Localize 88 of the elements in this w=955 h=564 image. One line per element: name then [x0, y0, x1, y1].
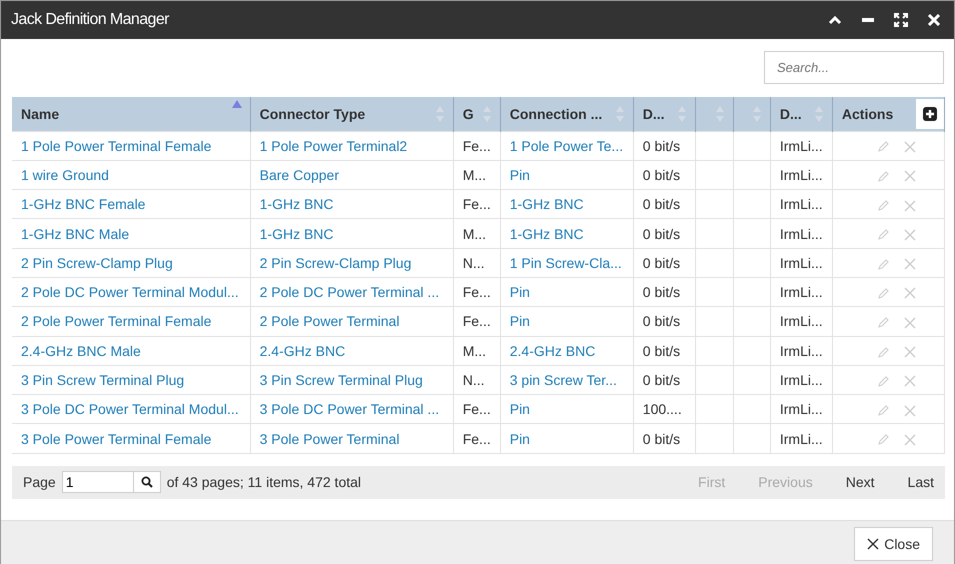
edit-icon[interactable]: [877, 404, 890, 418]
pager-button[interactable]: Next: [846, 474, 875, 490]
edit-icon[interactable]: [877, 258, 890, 271]
table-cell: IrmLi...: [780, 372, 823, 388]
column-header[interactable]: D...: [780, 106, 802, 122]
close-icon[interactable]: [928, 14, 940, 26]
table-cell: N...: [462, 254, 484, 271]
table-link[interactable]: Pin: [510, 401, 530, 418]
add-button[interactable]: [916, 98, 944, 129]
sort-icon[interactable]: [434, 104, 445, 123]
maximize-icon[interactable]: [894, 13, 908, 27]
edit-icon[interactable]: [877, 228, 890, 242]
table-cell: Fe...: [462, 284, 491, 300]
table-cell: Fe...: [462, 401, 491, 418]
edit-icon[interactable]: [877, 433, 890, 446]
table-cell: IrmLi...: [780, 166, 823, 183]
table-cell: 0 bit/s: [642, 254, 680, 271]
table-cell: IrmLi...: [780, 401, 823, 418]
table-link[interactable]: Pin: [510, 430, 530, 447]
table-cell: IrmLi...: [780, 313, 823, 330]
close-icon: [867, 538, 880, 550]
edit-icon[interactable]: [877, 140, 890, 154]
close-button[interactable]: Close: [854, 526, 933, 561]
table-cell: IrmLi...: [780, 254, 823, 271]
table-cell: Fe...: [462, 313, 491, 330]
delete-icon[interactable]: [904, 404, 916, 417]
minimize-icon[interactable]: [862, 18, 874, 22]
table-cell: IrmLi...: [780, 430, 823, 447]
table-link[interactable]: Pin: [510, 313, 530, 330]
table-cell: Fe...: [462, 430, 491, 447]
delete-icon[interactable]: [904, 228, 916, 241]
page-summary: of 43 pages; 11 items, 472 total: [166, 474, 362, 490]
sort-icon[interactable]: [676, 104, 687, 123]
table-cell: 0 bit/s: [642, 166, 680, 183]
edit-icon[interactable]: [877, 199, 890, 212]
table-cell: IrmLi...: [780, 138, 823, 154]
table-cell: Fe...: [462, 138, 491, 154]
page-field[interactable]: 1: [62, 471, 161, 494]
page-label: Page: [23, 474, 56, 490]
table-cell: IrmLi...: [780, 226, 823, 242]
delete-icon[interactable]: [904, 316, 916, 329]
delete-icon[interactable]: [904, 200, 916, 212]
window-title: Jack Definition Manager: [11, 11, 170, 29]
delete-icon[interactable]: [904, 170, 916, 182]
table-cell: M...: [462, 226, 486, 242]
delete-icon[interactable]: [904, 375, 916, 388]
column-header[interactable]: D...: [642, 106, 665, 122]
delete-icon[interactable]: [904, 140, 916, 153]
edit-icon[interactable]: [877, 286, 890, 300]
table-cell: 0 bit/s: [642, 342, 680, 359]
table-cell: Fe...: [462, 196, 491, 212]
table-cell: N...: [462, 372, 484, 388]
sort-ascending-icon[interactable]: [232, 100, 242, 108]
table-cell: 100....: [642, 401, 682, 418]
table-cell: 0 bit/s: [642, 284, 680, 300]
search-field[interactable]: Search...: [764, 51, 944, 84]
edit-icon[interactable]: [877, 170, 890, 183]
table-cell: 0 bit/s: [642, 372, 680, 388]
delete-icon[interactable]: [904, 346, 916, 358]
table-cell: 0 bit/s: [642, 430, 680, 447]
sort-icon[interactable]: [752, 104, 762, 123]
column-header[interactable]: Name: [21, 106, 60, 122]
edit-icon[interactable]: [877, 316, 890, 330]
table-link[interactable]: Pin: [510, 166, 530, 183]
column-header[interactable]: G: [462, 106, 474, 122]
table-cell: IrmLi...: [780, 284, 823, 300]
table-cell: IrmLi...: [780, 196, 823, 212]
sort-icon[interactable]: [614, 104, 625, 123]
table-link[interactable]: Pin: [510, 284, 530, 300]
table-cell: IrmLi...: [780, 342, 823, 359]
table-cell: 0 bit/s: [642, 138, 680, 154]
pager-button[interactable]: Last: [908, 474, 934, 490]
table-cell: 0 bit/s: [642, 226, 680, 242]
table-cell: 0 bit/s: [642, 313, 680, 330]
sort-icon[interactable]: [714, 104, 725, 123]
sort-icon[interactable]: [482, 104, 492, 123]
sort-icon[interactable]: [814, 104, 824, 123]
column-header: Actions: [842, 106, 894, 122]
delete-icon[interactable]: [904, 258, 916, 270]
plus-icon: [923, 106, 937, 121]
delete-icon[interactable]: [904, 287, 916, 300]
table-cell: 0 bit/s: [642, 196, 680, 212]
table-cell: M...: [462, 342, 486, 359]
edit-icon[interactable]: [877, 346, 890, 359]
delete-icon[interactable]: [904, 434, 916, 446]
edit-icon[interactable]: [877, 374, 890, 388]
collapse-icon[interactable]: [828, 15, 842, 25]
table-cell: M...: [462, 166, 486, 183]
